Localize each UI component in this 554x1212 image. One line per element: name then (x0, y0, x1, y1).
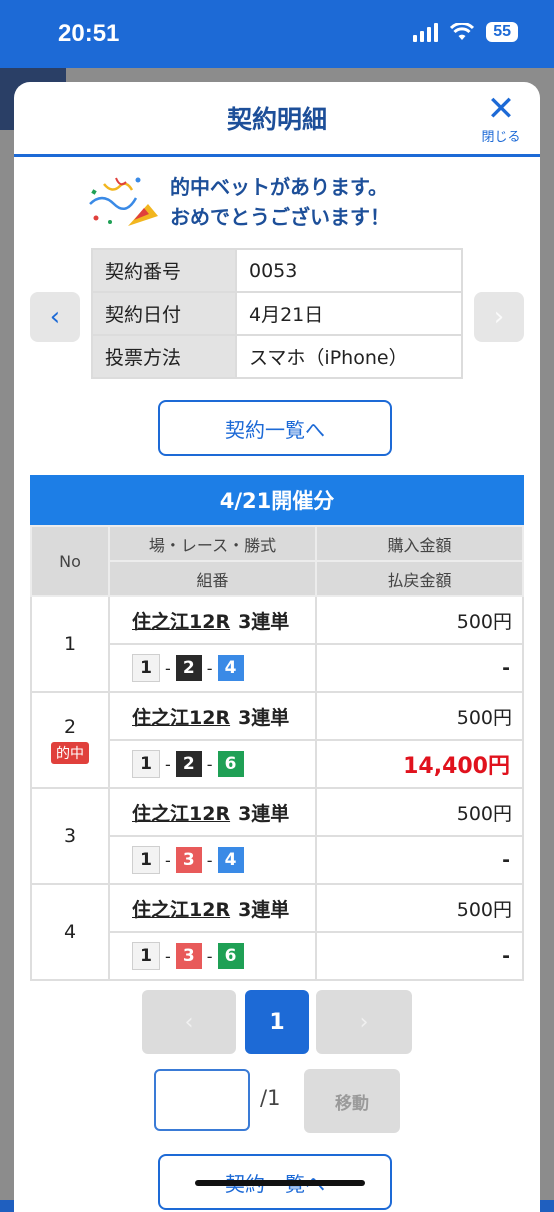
bet-payout: - (315, 835, 524, 885)
bet-no: 4 (30, 883, 110, 981)
bet-no-value: 4 (63, 921, 77, 943)
prev-contract-button[interactable]: ‹ (30, 292, 80, 342)
bet-amount: 500円 (315, 595, 524, 645)
bet-type: 3連単 (238, 898, 290, 921)
bet-payout: - (315, 643, 524, 693)
next-contract-button[interactable]: › (474, 292, 524, 342)
combo-boat: 2 (175, 751, 202, 777)
contract-detail-modal: 契約明細 ✕ 閉じる 的中ベットがあります。 おめでとうございます！ ‹ › 契… (14, 82, 540, 1212)
combo-boat: 6 (217, 943, 244, 969)
bet-amount: 500円 (315, 787, 524, 837)
bet-combo: 1-3-6 (108, 931, 317, 981)
col-race-header: 場・レース・勝式 (108, 525, 317, 562)
chevron-right-icon: › (493, 302, 505, 332)
col-purchase-header: 購入金額 (315, 525, 524, 562)
bet-race: 住之江12R 3連単 (108, 595, 317, 645)
page-current-button[interactable]: 1 (245, 990, 309, 1054)
wifi-icon (450, 23, 475, 40)
combo-boat: 4 (217, 847, 244, 873)
bet-combo: 1-2-4 (108, 643, 317, 693)
bet-race: 住之江12R 3連単 (108, 787, 317, 837)
bet-amount: 500円 (315, 691, 524, 741)
col-no-header: No (30, 525, 110, 597)
contract-info-table: 契約番号 0053 契約日付 4月21日 投票方法 スマホ（iPhone） (91, 248, 463, 379)
bet-row: 1 住之江12R 3連単 500円 (30, 595, 524, 693)
combo-boat: 3 (175, 943, 202, 969)
bet-type: 3連単 (238, 610, 290, 633)
modal-title: 契約明細 (226, 105, 327, 134)
page-next-button[interactable]: › (316, 990, 412, 1054)
modal-header: 契約明細 ✕ 閉じる (14, 82, 540, 157)
status-icons: 55 (413, 22, 518, 42)
cellular-signal-icon (413, 22, 439, 42)
hit-message: 的中ベットがあります。 おめでとうございます！ (170, 172, 390, 232)
home-indicator (195, 1180, 365, 1186)
combo-boat: 2 (175, 655, 202, 681)
combo-boat: 3 (175, 847, 202, 873)
bet-combo: 1-2-6 (108, 739, 317, 789)
bet-no: 2 的中 (30, 691, 110, 789)
combo-boat: 6 (217, 751, 244, 777)
page-number-input[interactable] (154, 1069, 250, 1131)
page-total: /1 (260, 1086, 281, 1110)
close-label: 閉じる (481, 130, 521, 145)
race-link[interactable]: 住之江12R (132, 611, 230, 633)
status-time: 20:51 (58, 20, 120, 47)
combo-boat: 1 (132, 942, 160, 970)
bet-combo: 1-3-4 (108, 835, 317, 885)
close-icon: ✕ (486, 89, 516, 129)
bet-race: 住之江12R 3連単 (108, 691, 317, 741)
bet-payout: 14,400円 (315, 739, 524, 789)
bet-payout: - (315, 931, 524, 981)
bet-no-value: 1 (63, 633, 77, 655)
race-link[interactable]: 住之江12R (132, 707, 230, 729)
col-payout-header: 払戻金額 (315, 560, 524, 597)
combo-boat: 1 (132, 750, 160, 778)
race-link[interactable]: 住之江12R (132, 899, 230, 921)
contract-list-button[interactable]: 契約一覧へ (158, 400, 392, 456)
contract-row: 投票方法 スマホ（iPhone） (91, 334, 463, 379)
combo-boat: 4 (217, 655, 244, 681)
bet-type: 3連単 (238, 706, 290, 729)
race-link[interactable]: 住之江12R (132, 803, 230, 825)
bet-no: 1 (30, 595, 110, 693)
close-button[interactable]: ✕ 閉じる (476, 89, 526, 145)
hit-message-line2: おめでとうございます！ (170, 205, 390, 229)
contract-row: 契約日付 4月21日 (91, 291, 463, 336)
col-combo-header: 組番 (108, 560, 317, 597)
chevron-left-icon: ‹ (49, 302, 61, 332)
page-prev-button[interactable]: ‹ (142, 990, 236, 1054)
bets-table: No 場・レース・勝式 購入金額 組番 払戻金額 1 住之江12R 3連単 500… (30, 525, 524, 981)
party-popper-icon (89, 177, 158, 226)
contract-label: 契約番号 (91, 248, 237, 293)
move-button[interactable]: 移動 (304, 1069, 400, 1133)
battery-icon: 55 (486, 22, 518, 42)
bet-row: 4 住之江12R 3連単 500円 (30, 883, 524, 981)
contract-row: 契約番号 0053 (91, 248, 463, 293)
hit-notice: 的中ベットがあります。 おめでとうございます！ (14, 170, 540, 234)
combo-boat: 1 (132, 654, 160, 682)
bet-type: 3連単 (238, 802, 290, 825)
bet-row: 2 的中 住之江12R 3連単 500円 (30, 691, 524, 789)
hit-message-line1: 的中ベットがあります。 (170, 175, 388, 199)
bet-race: 住之江12R 3連単 (108, 883, 317, 933)
bet-amount: 500円 (315, 883, 524, 933)
bet-no-value: 2 (63, 716, 77, 738)
hit-badge: 的中 (51, 742, 89, 764)
chevron-left-icon: ‹ (184, 1009, 194, 1035)
bet-no-value: 3 (63, 825, 77, 847)
contract-label: 投票方法 (91, 334, 237, 379)
contract-label: 契約日付 (91, 291, 237, 336)
contract-value: 4月21日 (235, 291, 463, 336)
contract-value: 0053 (235, 248, 463, 293)
combo-boat: 1 (132, 846, 160, 874)
bet-row: 3 住之江12R 3連単 500円 (30, 787, 524, 885)
meeting-date-header: 4/21開催分 (30, 475, 524, 525)
contract-value: スマホ（iPhone） (235, 334, 463, 379)
bet-no: 3 (30, 787, 110, 885)
status-bar: 20:51 55 (0, 0, 554, 68)
chevron-right-icon: › (359, 1009, 369, 1035)
